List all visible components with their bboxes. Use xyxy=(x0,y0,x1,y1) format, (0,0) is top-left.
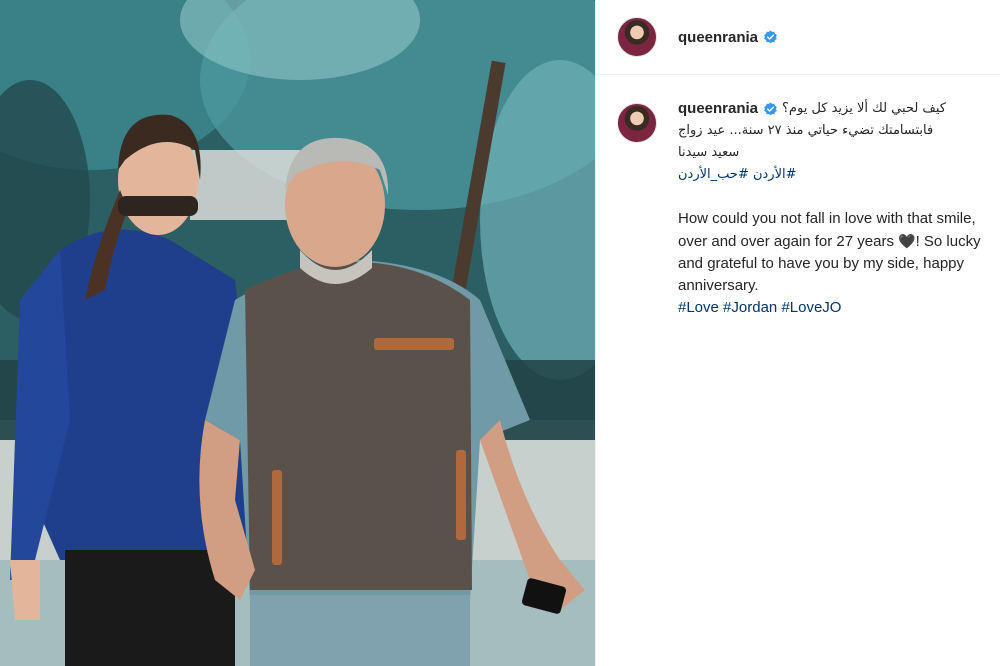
verified-badge-icon xyxy=(763,101,778,117)
verified-badge-icon xyxy=(763,29,778,45)
caption-arabic-line-2: فابتسامتك تضيء حياتي منذ ٢٧ سنة... عيد ز… xyxy=(678,123,934,138)
hashtags-english: #Love #Jordan #LoveJO xyxy=(678,297,987,319)
post-side-panel: queenrania queenrania كيف لحبي لك ألا يز… xyxy=(595,0,1000,666)
caption-arabic-line-1: كيف لحبي لك ألا يزيد كل يوم؟ xyxy=(782,101,946,116)
caption-username[interactable]: queenrania xyxy=(678,98,758,120)
hashtag-love[interactable]: #Love xyxy=(678,299,719,316)
caption-text: queenrania كيف لحبي لك ألا يزيد كل يوم؟ … xyxy=(678,98,987,319)
caption-avatar[interactable] xyxy=(617,103,657,143)
hashtag-lovejo[interactable]: #LoveJO xyxy=(781,299,841,316)
header-username[interactable]: queenrania xyxy=(678,29,758,46)
caption-english: How could you not fall in love with that… xyxy=(678,208,987,319)
black-heart-icon: 🖤 xyxy=(898,233,916,249)
hashtag-jordan[interactable]: #Jordan xyxy=(723,299,777,316)
caption-arabic-line-3: سعيد سيدنا xyxy=(678,145,740,160)
post-caption-section: queenrania كيف لحبي لك ألا يزيد كل يوم؟ … xyxy=(617,98,987,319)
post-photo[interactable] xyxy=(0,0,595,666)
post-header: queenrania xyxy=(596,0,1000,75)
hashtags-arabic[interactable]: #الأردن #حب_الأردن xyxy=(678,164,987,186)
header-avatar[interactable] xyxy=(617,17,657,57)
post-photo-illustration xyxy=(0,0,595,666)
caption-first-line: queenrania كيف لحبي لك ألا يزيد كل يوم؟ xyxy=(678,98,987,120)
